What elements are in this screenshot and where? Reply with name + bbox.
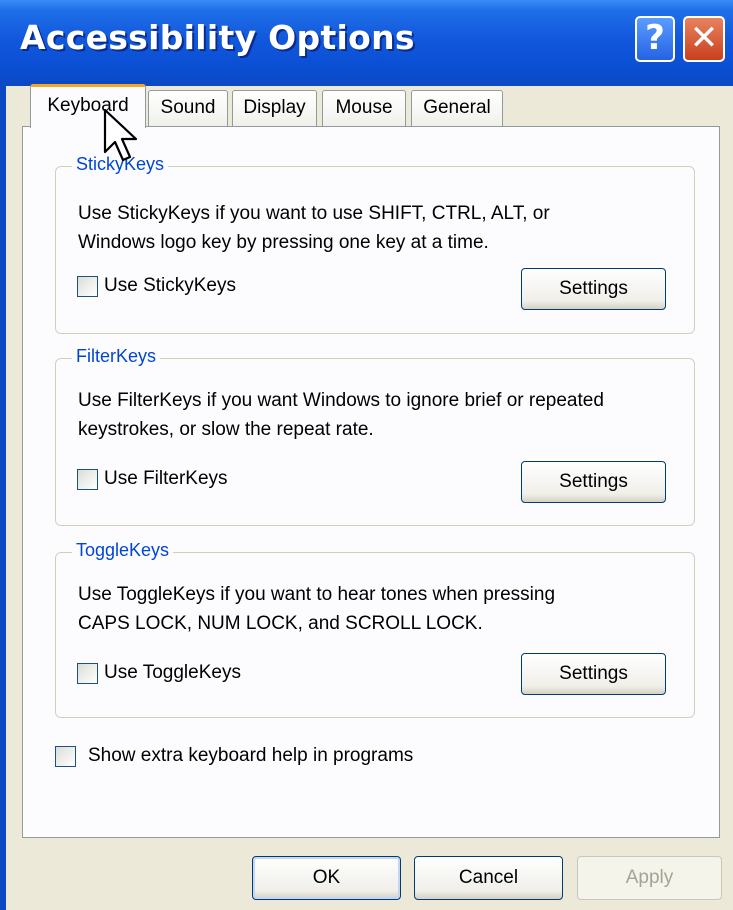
tab-label: Mouse — [335, 97, 393, 118]
filterkeys-description: Use FilterKeys if you want Windows to ig… — [78, 386, 604, 444]
close-icon: ✕ — [689, 18, 719, 58]
window-title: Accessibility Options — [20, 18, 415, 57]
togglekeys-description: Use ToggleKeys if you want to hear tones… — [78, 580, 555, 638]
filterkeys-desc-line2: keystrokes, or slow the repeat rate. — [78, 419, 374, 440]
filterkeys-desc-line1: Use FilterKeys if you want Windows to ig… — [78, 390, 604, 411]
tab-label: Sound — [160, 97, 216, 118]
togglekeys-legend: ToggleKeys — [72, 540, 174, 561]
filterkeys-settings-button[interactable]: Settings — [521, 461, 666, 503]
stickykeys-desc-line2: Windows logo key by pressing one key at … — [78, 232, 489, 253]
accessibility-options-dialog: Accessibility Options ? ✕ Keyboard Sound… — [0, 0, 733, 910]
stickykeys-settings-button[interactable]: Settings — [521, 268, 666, 310]
tab-mouse[interactable]: Mouse — [322, 90, 406, 127]
ok-button[interactable]: OK — [252, 856, 401, 900]
use-togglekeys-checkbox[interactable] — [77, 663, 98, 684]
use-filterkeys-label[interactable]: Use FilterKeys — [104, 468, 228, 490]
close-button[interactable]: ✕ — [683, 16, 725, 62]
use-filterkeys-checkbox[interactable] — [77, 469, 98, 490]
help-icon: ? — [645, 18, 665, 58]
help-button[interactable]: ? — [635, 16, 675, 62]
togglekeys-desc-line2: CAPS LOCK, NUM LOCK, and SCROLL LOCK. — [78, 613, 483, 634]
stickykeys-desc-line1: Use StickyKeys if you want to use SHIFT,… — [78, 203, 550, 224]
apply-button[interactable]: Apply — [577, 856, 722, 900]
tab-sound[interactable]: Sound — [148, 90, 228, 127]
tab-label: General — [423, 97, 491, 118]
arrow-cursor-icon — [103, 108, 138, 162]
togglekeys-desc-line1: Use ToggleKeys if you want to hear tones… — [78, 584, 556, 605]
filterkeys-legend: FilterKeys — [72, 346, 161, 367]
use-stickykeys-label[interactable]: Use StickyKeys — [104, 275, 236, 297]
togglekeys-settings-button[interactable]: Settings — [521, 653, 666, 695]
use-stickykeys-checkbox[interactable] — [77, 276, 98, 297]
tab-general[interactable]: General — [411, 90, 503, 127]
show-extra-keyboard-help-checkbox[interactable] — [55, 746, 76, 767]
use-togglekeys-label[interactable]: Use ToggleKeys — [104, 662, 241, 684]
show-extra-keyboard-help-label[interactable]: Show extra keyboard help in programs — [88, 745, 413, 767]
cancel-button[interactable]: Cancel — [414, 856, 563, 900]
tab-label: Display — [243, 97, 306, 118]
title-bar[interactable]: Accessibility Options ? ✕ — [0, 0, 733, 86]
stickykeys-description: Use StickyKeys if you want to use SHIFT,… — [78, 199, 550, 257]
tab-display[interactable]: Display — [232, 90, 317, 127]
